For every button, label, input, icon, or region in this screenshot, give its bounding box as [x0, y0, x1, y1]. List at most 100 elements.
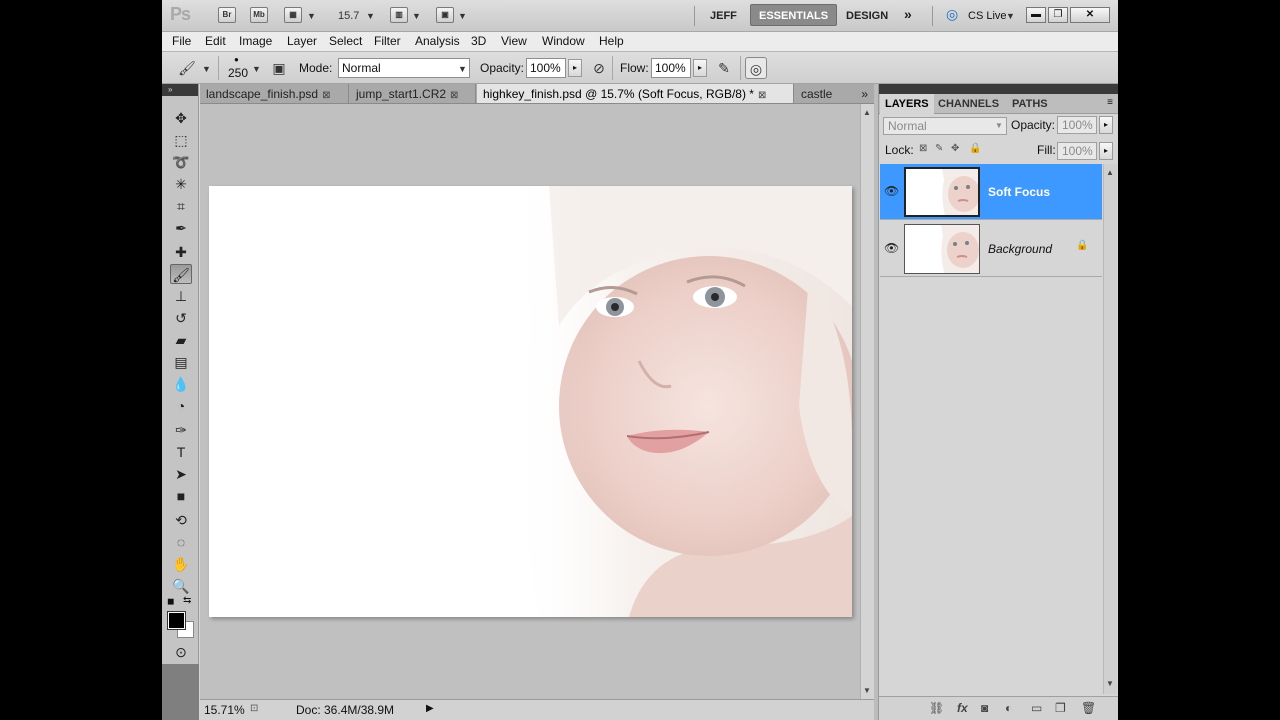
lock-position-icon[interactable]: ✥ — [951, 143, 959, 154]
bridge-button[interactable]: Br — [218, 7, 236, 23]
flow-slider-button[interactable]: ▸ — [693, 59, 707, 77]
eyedropper-tool-icon[interactable]: ✒ — [170, 218, 192, 238]
rectangle-tool-icon[interactable]: ■ — [170, 486, 192, 506]
gradient-tool-icon[interactable]: ▤ — [170, 352, 192, 372]
view-extras-icon[interactable]: ▦ — [284, 7, 302, 23]
collapse-icon[interactable]: » — [162, 84, 198, 96]
cs-live-button[interactable]: CS Live — [968, 7, 1007, 25]
type-tool-icon[interactable]: T — [170, 442, 192, 462]
adjustment-layer-icon[interactable]: ◐ — [1005, 701, 1012, 715]
menu-window[interactable]: Window — [542, 34, 585, 48]
tab-layers[interactable]: LAYERS — [880, 94, 934, 114]
status-options-icon[interactable]: ⊡ — [250, 703, 258, 714]
scroll-down-icon[interactable]: ▼ — [1106, 679, 1114, 688]
clone-stamp-tool-icon[interactable]: ⊥ — [170, 286, 192, 306]
mode-select[interactable]: Normal — [338, 58, 470, 78]
menu-help[interactable]: Help — [599, 34, 624, 48]
layer-opacity-field[interactable]: 100% — [1057, 116, 1097, 134]
layer-style-icon[interactable]: fx — [957, 701, 968, 715]
hand-tool-icon[interactable]: ✋ — [170, 554, 192, 574]
healing-brush-tool-icon[interactable]: ✚ — [170, 242, 192, 262]
chevron-down-icon[interactable]: ▼ — [1006, 7, 1015, 25]
pen-tool-icon[interactable]: ✑ — [170, 420, 192, 440]
lock-transparent-icon[interactable]: ⊠ — [919, 143, 927, 154]
image-canvas[interactable] — [209, 186, 852, 617]
screen-mode-icon[interactable]: ▣ — [436, 7, 454, 23]
menu-view[interactable]: View — [501, 34, 527, 48]
menu-file[interactable]: File — [172, 34, 191, 48]
arrange-documents-icon[interactable]: ▥ — [390, 7, 408, 23]
tab-castle[interactable]: castle — [795, 84, 849, 103]
chevron-down-icon[interactable]: ▼ — [202, 60, 211, 78]
minimize-button[interactable]: ▬ — [1026, 7, 1046, 23]
zoom-level[interactable]: 15.7 — [338, 7, 359, 25]
quick-selection-tool-icon[interactable]: ✳ — [170, 174, 192, 194]
tablet-opacity-icon[interactable]: ⊘ — [588, 57, 610, 79]
chevron-down-icon[interactable]: ▼ — [458, 60, 467, 78]
brush-size-value[interactable]: 250 — [228, 66, 248, 80]
workspace-essentials[interactable]: ESSENTIALS — [750, 4, 838, 26]
tab-paths[interactable]: PATHS — [1007, 94, 1053, 114]
layer-soft-focus[interactable]: 👁 Soft Focus — [880, 164, 1102, 220]
layer-background[interactable]: 👁 Background 🔒 — [880, 221, 1102, 277]
chevron-down-icon[interactable]: ▼ — [412, 7, 421, 25]
menu-filter[interactable]: Filter — [374, 34, 401, 48]
menu-analysis[interactable]: Analysis — [415, 34, 460, 48]
restore-button[interactable]: ❐ — [1048, 7, 1068, 23]
mini-bridge-button[interactable]: Mb — [250, 7, 268, 23]
vertical-scrollbar[interactable]: ▲ ▼ — [860, 104, 874, 699]
tab-jump-start[interactable]: jump_start1.CR2 ⊠ — [350, 84, 476, 103]
dodge-tool-icon[interactable]: ◔ — [170, 396, 192, 416]
lock-all-icon[interactable]: 🔒 — [969, 143, 981, 154]
lasso-tool-icon[interactable]: ➰ — [170, 152, 192, 172]
blur-tool-icon[interactable]: 💧 — [170, 374, 192, 394]
swap-colors-icon[interactable]: ⇆ — [183, 595, 191, 606]
scroll-up-icon[interactable]: ▲ — [1106, 168, 1114, 177]
fill-field[interactable]: 100% — [1057, 142, 1097, 160]
layer-opacity-slider-button[interactable]: ▸ — [1099, 116, 1113, 134]
chevron-down-icon[interactable]: ▼ — [252, 60, 261, 78]
eye-icon[interactable]: 👁 — [884, 241, 899, 255]
quick-mask-icon[interactable]: ⊙ — [170, 642, 192, 662]
move-tool-icon[interactable]: ✥ — [170, 108, 192, 128]
default-colors-icon[interactable]: ◼ — [167, 596, 174, 607]
3d-orbit-tool-icon[interactable]: ◌ — [170, 532, 192, 552]
layer-name[interactable]: Soft Focus — [988, 185, 1050, 199]
close-icon[interactable]: ⊠ — [450, 90, 458, 101]
chevron-down-icon[interactable]: ▼ — [995, 121, 1003, 130]
menu-layer[interactable]: Layer — [287, 34, 317, 48]
zoom-percentage[interactable]: 15.71% — [204, 703, 245, 717]
panel-menu-icon[interactable]: ≡ — [1107, 97, 1113, 108]
opacity-slider-button[interactable]: ▸ — [568, 59, 582, 77]
workspace-jeff[interactable]: JEFF — [710, 7, 737, 25]
tab-landscape-finish[interactable]: landscape_finish.psd ⊠ — [200, 84, 349, 103]
more-tabs-icon[interactable]: » — [861, 84, 868, 103]
new-group-icon[interactable]: ▭ — [1031, 701, 1042, 715]
path-selection-tool-icon[interactable]: ➤ — [170, 464, 192, 484]
chevron-down-icon[interactable]: ▼ — [307, 7, 316, 25]
delete-layer-icon[interactable]: 🗑 — [1081, 701, 1096, 715]
tab-highkey-finish[interactable]: highkey_finish.psd @ 15.7% (Soft Focus, … — [477, 84, 794, 103]
close-icon[interactable]: ⊠ — [322, 90, 330, 101]
close-icon[interactable]: ⊠ — [758, 90, 766, 101]
history-brush-tool-icon[interactable]: ↺ — [170, 308, 192, 328]
brush-panel-icon[interactable]: ▣ — [268, 57, 290, 79]
chevron-down-icon[interactable]: ▼ — [458, 7, 467, 25]
close-button[interactable]: ✕ — [1070, 7, 1110, 23]
opacity-field[interactable]: 100% — [526, 58, 566, 78]
lock-image-icon[interactable]: ✎ — [935, 143, 943, 154]
eye-icon[interactable]: 👁 — [884, 184, 899, 198]
airbrush-icon[interactable]: ✎ — [713, 57, 735, 79]
blend-mode-select[interactable]: Normal — [883, 117, 1007, 135]
menu-image[interactable]: Image — [239, 34, 272, 48]
fill-slider-button[interactable]: ▸ — [1099, 142, 1113, 160]
status-menu-arrow-icon[interactable]: ▶ — [426, 703, 434, 714]
marquee-tool-icon[interactable]: ⬚ — [170, 130, 192, 150]
new-layer-icon[interactable]: ❐ — [1055, 701, 1066, 715]
foreground-color-swatch[interactable] — [167, 611, 186, 630]
brush-tool-icon[interactable]: 🖌 — [170, 264, 192, 284]
3d-rotate-tool-icon[interactable]: ⟲ — [170, 510, 192, 530]
add-mask-icon[interactable]: ◙ — [981, 701, 988, 715]
crop-tool-icon[interactable]: ⌗ — [170, 196, 192, 216]
layer-name[interactable]: Background — [988, 242, 1052, 256]
